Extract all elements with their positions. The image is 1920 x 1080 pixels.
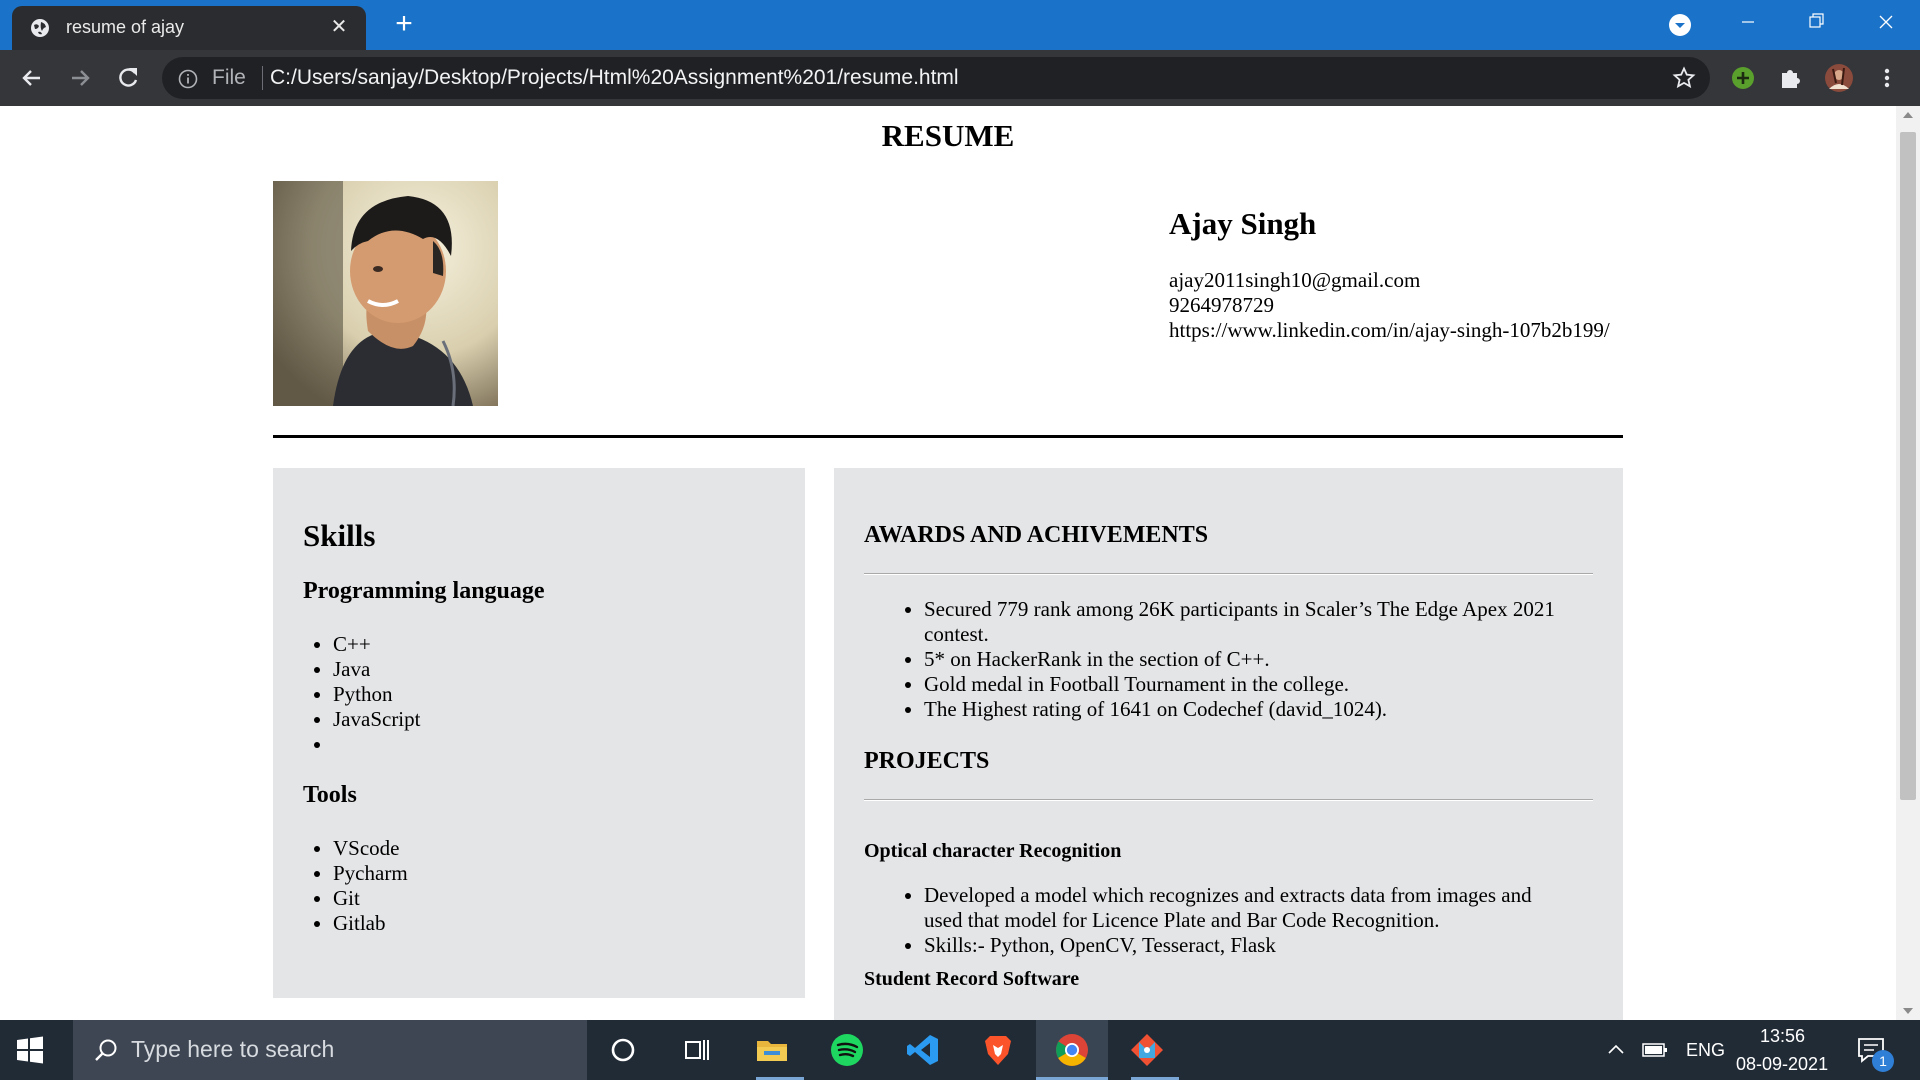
windows-taskbar: Type here to search ENG 13:56 08-09-2021… <box>0 1020 1920 1080</box>
awards-rule <box>864 573 1593 575</box>
list-item: The Highest rating of 1641 on Codechef (… <box>924 697 1564 722</box>
brave-browser-icon[interactable] <box>980 1032 1016 1068</box>
spotify-icon[interactable] <box>829 1032 865 1068</box>
tab-search-icon[interactable] <box>1668 13 1692 37</box>
search-icon <box>95 1039 117 1061</box>
browser-toolbar: File C:/Users/sanjay/Desktop/Projects/Ht… <box>0 50 1920 106</box>
tab-title: resume of ajay <box>66 17 185 37</box>
awards-projects-section: AWARDS AND ACHIVEMENTS Secured 779 rank … <box>834 468 1623 1020</box>
menu-kebab-icon[interactable] <box>1872 63 1902 93</box>
project-points: Developed a model which recognizes and e… <box>834 883 1564 958</box>
taskbar-search-box[interactable]: Type here to search <box>73 1020 587 1080</box>
list-item: Git <box>333 886 408 911</box>
project-title: Student Record Software <box>864 968 1080 990</box>
tools-heading: Tools <box>303 782 357 808</box>
clock-time[interactable]: 13:56 <box>1760 1026 1805 1047</box>
vscode-icon[interactable] <box>905 1032 941 1068</box>
file-explorer-icon[interactable] <box>754 1032 790 1068</box>
list-item: Skills:- Python, OpenCV, Tesseract, Flas… <box>924 933 1564 958</box>
chrome-icon[interactable] <box>1054 1032 1090 1068</box>
header-divider <box>273 435 1623 438</box>
list-item <box>333 732 420 757</box>
list-item: Python <box>333 682 420 707</box>
list-item: Java <box>333 657 420 682</box>
minimize-icon[interactable] <box>1718 0 1778 44</box>
skills-section: Skills Programming language C++ Java Pyt… <box>273 468 805 998</box>
url-text[interactable]: C:/Users/sanjay/Desktop/Projects/Html%20… <box>270 66 959 90</box>
language-indicator[interactable]: ENG <box>1686 1040 1725 1061</box>
reload-icon[interactable] <box>114 64 142 92</box>
project-title: Optical character Recognition <box>864 840 1122 862</box>
list-item: VScode <box>333 836 408 861</box>
battery-icon[interactable] <box>1642 1040 1668 1060</box>
list-item: Secured 779 rank among 26K participants … <box>924 597 1564 647</box>
projects-title: PROJECTS <box>864 748 990 774</box>
cortana-icon[interactable] <box>605 1032 641 1068</box>
extension-plus-icon[interactable] <box>1728 63 1758 93</box>
list-item: 5* on HackerRank in the section of C++. <box>924 647 1564 672</box>
list-item: JavaScript <box>333 707 420 732</box>
clock-date[interactable]: 08-09-2021 <box>1736 1054 1828 1075</box>
restore-icon[interactable] <box>1786 0 1846 44</box>
page-title: RESUME <box>881 118 1015 153</box>
awards-list: Secured 779 rank among 26K participants … <box>834 597 1564 722</box>
skills-title: Skills <box>303 518 376 553</box>
globe-icon <box>31 19 49 37</box>
scroll-down-arrow-icon[interactable] <box>1903 1008 1913 1014</box>
list-item: Gitlab <box>333 911 408 936</box>
contact-block: ajay2011singh10@gmail.com 9264978729 htt… <box>1169 268 1610 343</box>
person-name: Ajay Singh <box>1169 206 1317 241</box>
list-item: Pycharm <box>333 861 408 886</box>
scrollbar-thumb[interactable] <box>1900 132 1916 800</box>
search-placeholder: Type here to search <box>131 1036 335 1062</box>
scroll-up-arrow-icon[interactable] <box>1903 112 1913 118</box>
close-tab-icon[interactable]: ✕ <box>326 14 352 40</box>
profile-photo <box>273 181 498 406</box>
extensions-puzzle-icon[interactable] <box>1776 63 1806 93</box>
new-tab-button[interactable]: + <box>388 8 420 40</box>
browser-titlebar: resume of ajay ✕ + <box>0 0 1920 50</box>
scheme-label: File <box>212 66 246 89</box>
tools-list: VScode Pycharm Git Gitlab <box>273 836 408 936</box>
phone-text: 9264978729 <box>1169 293 1274 317</box>
git-client-icon[interactable] <box>1129 1032 1165 1068</box>
awards-title: AWARDS AND ACHIVEMENTS <box>864 522 1209 548</box>
programming-list: C++ Java Python JavaScript <box>273 632 420 757</box>
address-separator <box>262 66 263 90</box>
profile-avatar-icon[interactable] <box>1824 63 1854 93</box>
info-icon[interactable] <box>178 69 198 89</box>
windows-start-icon[interactable] <box>14 1034 46 1066</box>
page-scrollbar[interactable] <box>1896 106 1920 1020</box>
forward-arrow-icon[interactable] <box>66 64 94 92</box>
projects-rule <box>864 799 1593 801</box>
task-view-icon[interactable] <box>678 1032 714 1068</box>
back-arrow-icon[interactable] <box>18 64 46 92</box>
list-item: Gold medal in Football Tournament in the… <box>924 672 1564 697</box>
email-text: ajay2011singh10@gmail.com <box>1169 268 1421 292</box>
list-item: C++ <box>333 632 420 657</box>
close-window-icon[interactable] <box>1856 0 1916 44</box>
bookmark-star-icon[interactable] <box>1672 66 1696 90</box>
chevron-up-icon[interactable] <box>1606 1040 1626 1060</box>
browser-tab[interactable]: resume of ajay ✕ <box>12 6 366 50</box>
list-item: Developed a model which recognizes and e… <box>924 883 1564 933</box>
linkedin-text: https://www.linkedin.com/in/ajay-singh-1… <box>1169 318 1610 342</box>
programming-heading: Programming language <box>303 578 545 604</box>
page-viewport: RESUME Ajay Singh ajay2011singh10@gmail.… <box>0 106 1896 1020</box>
address-bar[interactable]: File C:/Users/sanjay/Desktop/Projects/Ht… <box>162 57 1710 99</box>
notification-count-badge: 1 <box>1872 1050 1894 1072</box>
